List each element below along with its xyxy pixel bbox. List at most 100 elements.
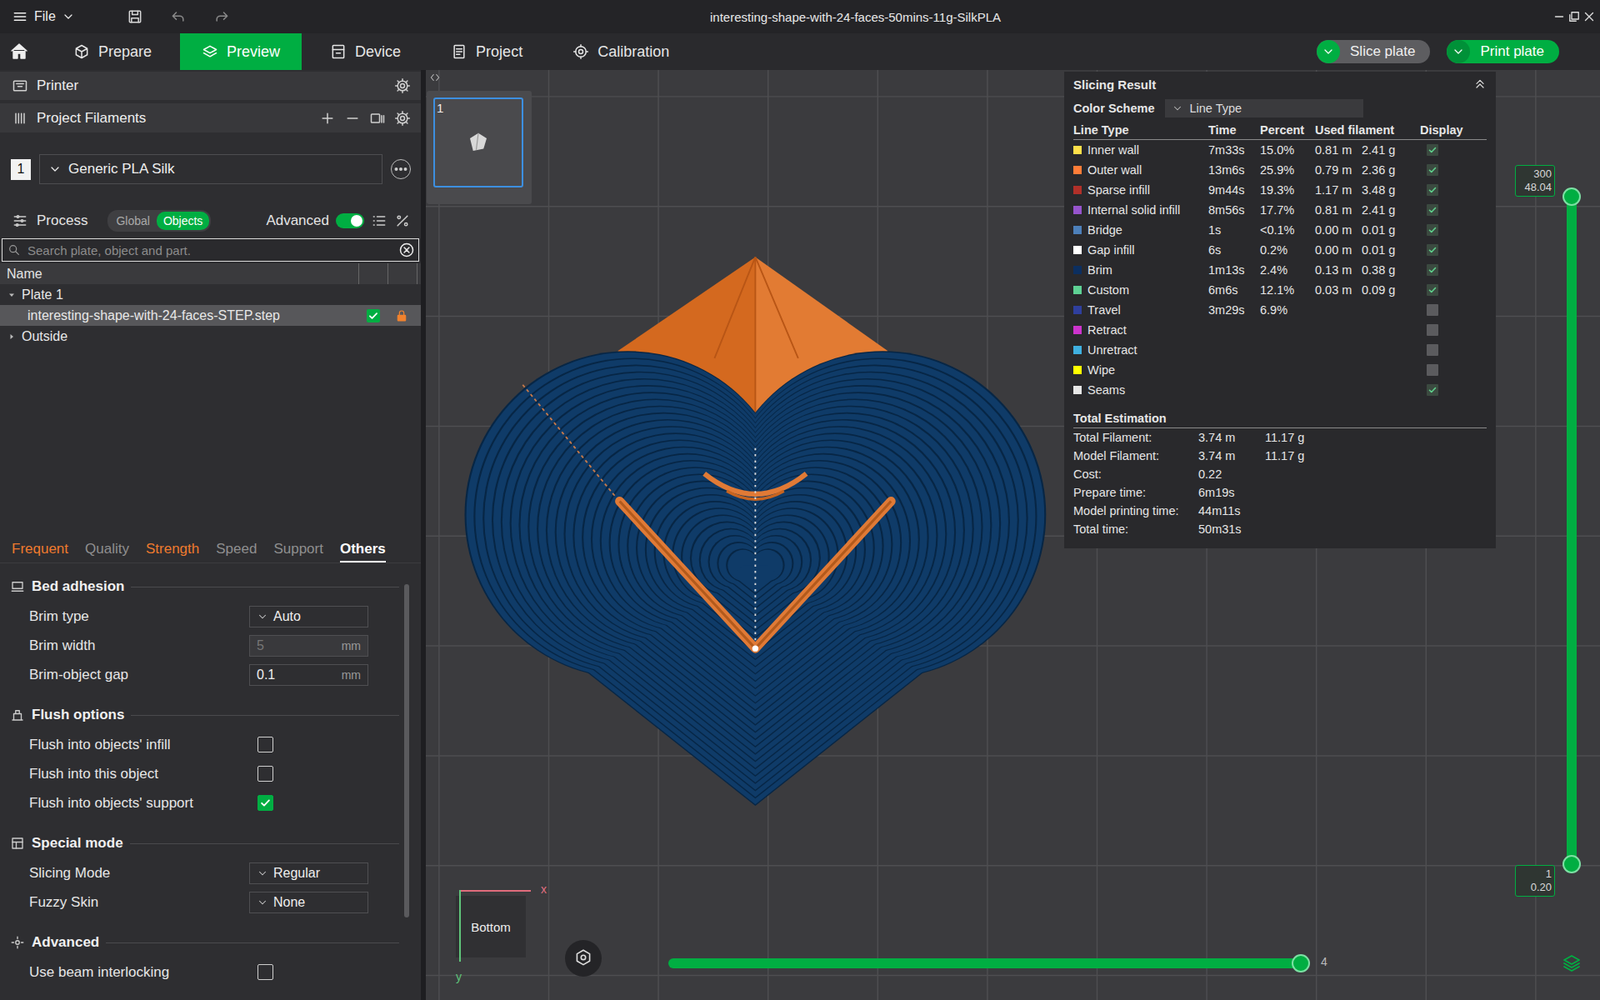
action-dropdown[interactable] xyxy=(1316,40,1340,64)
plate-thumbnail[interactable]: 1 xyxy=(426,90,532,205)
line-type: Seams xyxy=(1073,383,1209,397)
settings-tab[interactable]: Support xyxy=(273,537,324,563)
file-menu[interactable]: File xyxy=(11,8,75,25)
display-checkbox[interactable] xyxy=(1426,264,1439,276)
nav-tab[interactable]: Calibration xyxy=(550,33,691,70)
move-slider-knob[interactable] xyxy=(1291,954,1310,973)
action-dropdown[interactable] xyxy=(1446,40,1470,64)
number-field[interactable]: 0.1mm xyxy=(249,664,369,686)
column-header: Display xyxy=(1420,123,1487,137)
color-swatch xyxy=(1073,185,1082,195)
color-scheme-dropdown[interactable]: Line Type xyxy=(1165,99,1364,118)
minus-icon[interactable] xyxy=(344,110,361,127)
process-icon xyxy=(11,212,29,230)
nav-tab[interactable]: Device xyxy=(308,33,423,70)
checkbox[interactable] xyxy=(257,765,274,782)
save-icon[interactable] xyxy=(126,8,144,25)
line-type-time: 6m6s xyxy=(1208,283,1260,297)
checkbox[interactable] xyxy=(257,795,274,811)
collapse-sidebar-icon[interactable] xyxy=(429,71,441,84)
nav-tab[interactable]: Project xyxy=(429,33,545,70)
lock-icon[interactable] xyxy=(395,309,409,323)
line-type-length: 1.17 m xyxy=(1315,183,1362,197)
display-checkbox[interactable] xyxy=(1426,384,1439,396)
display-checkbox[interactable] xyxy=(1426,284,1439,296)
list-icon[interactable] xyxy=(370,212,388,230)
settings-tab[interactable]: Frequent xyxy=(11,537,69,563)
scrollbar[interactable] xyxy=(404,584,410,918)
3d-viewport[interactable]: 1Slicing ResultColor SchemeLine TypeLine… xyxy=(425,70,1600,1000)
layer-slider-top-knob[interactable] xyxy=(1562,187,1581,206)
clear-icon[interactable] xyxy=(398,241,415,259)
number-field: 5mm xyxy=(249,635,369,657)
advanced-switch[interactable] xyxy=(335,213,365,229)
display-checkbox[interactable] xyxy=(1426,204,1439,216)
layer-slider-track[interactable] xyxy=(1566,196,1577,865)
result-columns: Line TypeTimePercentUsed filamentDisplay xyxy=(1073,120,1487,140)
redo-icon[interactable] xyxy=(213,8,230,25)
plus-icon[interactable] xyxy=(319,110,336,127)
move-slider-track[interactable] xyxy=(668,958,1301,969)
tree-row[interactable]: Plate 1 xyxy=(0,284,421,305)
checkbox[interactable] xyxy=(257,736,274,753)
gear-icon[interactable] xyxy=(394,110,411,127)
search-input[interactable] xyxy=(25,242,394,259)
process-mode[interactable]: Objects xyxy=(156,211,210,230)
layer-slider-bottom-knob[interactable] xyxy=(1562,855,1581,874)
y-axis-label: y xyxy=(455,970,462,984)
gear-icon[interactable] xyxy=(394,77,411,95)
display-checkbox[interactable] xyxy=(1426,344,1439,356)
settings-tab[interactable]: Speed xyxy=(215,537,257,563)
setting-label: Brim type xyxy=(29,608,250,625)
line-type-row: Brim1m13s2.4%0.13 m0.38 g xyxy=(1073,260,1487,280)
display-checkbox[interactable] xyxy=(1426,184,1439,196)
slice-plate-button[interactable]: Slice plate xyxy=(1316,40,1430,64)
minimize-icon[interactable] xyxy=(1551,9,1567,25)
display-checkbox[interactable] xyxy=(1426,224,1439,236)
process-mode[interactable]: Global xyxy=(109,211,156,230)
tree-row[interactable]: interesting-shape-with-24-faces-STEP.ste… xyxy=(0,305,421,326)
nav-tab[interactable]: Preview xyxy=(180,33,302,70)
process-mode-toggle[interactable]: GlobalObjects xyxy=(107,210,211,232)
undo-icon[interactable] xyxy=(170,8,187,25)
expanded-arrow-icon[interactable] xyxy=(6,290,17,300)
view-gizmo-icon[interactable] xyxy=(565,940,602,977)
estimation-row: Cost:0.22 xyxy=(1073,465,1487,484)
home-icon xyxy=(9,41,30,62)
display-checkbox[interactable] xyxy=(1426,144,1439,156)
sync-icon[interactable] xyxy=(369,110,386,127)
more-icon[interactable] xyxy=(390,159,411,180)
display-checkbox[interactable] xyxy=(1426,324,1439,336)
percent-icon[interactable] xyxy=(394,212,411,230)
filament-dropdown[interactable]: Generic PLA Silk xyxy=(39,154,383,185)
chevron-down-icon xyxy=(1321,45,1335,59)
display-checkbox[interactable] xyxy=(1426,304,1439,316)
dropdown[interactable]: Regular xyxy=(249,862,369,885)
line-type: Outer wall xyxy=(1073,163,1209,177)
line-type-time: 6s xyxy=(1208,243,1260,257)
visible-checkbox[interactable] xyxy=(366,309,380,323)
home-button[interactable] xyxy=(0,33,39,70)
line-type-time: 7m33s xyxy=(1208,143,1260,157)
dropdown[interactable]: None xyxy=(249,891,369,914)
nav-tab[interactable]: Prepare xyxy=(51,33,174,70)
tree-row[interactable]: Outside xyxy=(0,325,421,347)
nav-tab-label: Preview xyxy=(226,43,280,61)
tree-item-label: Plate 1 xyxy=(21,287,64,303)
restore-icon[interactable] xyxy=(1566,9,1582,25)
settings-tab[interactable]: Strength xyxy=(145,537,200,563)
collapse-panel-icon[interactable] xyxy=(1473,77,1487,91)
display-checkbox[interactable] xyxy=(1426,364,1439,376)
name-column: Name xyxy=(0,263,360,285)
line-type: Travel xyxy=(1073,303,1209,317)
checkbox[interactable] xyxy=(257,964,274,980)
layers-icon[interactable] xyxy=(1561,952,1582,973)
display-checkbox[interactable] xyxy=(1426,164,1439,176)
settings-tab[interactable]: Quality xyxy=(85,537,130,563)
close-icon[interactable] xyxy=(1581,9,1597,25)
collapsed-arrow-icon[interactable] xyxy=(6,331,17,342)
dropdown[interactable]: Auto xyxy=(249,605,369,628)
display-checkbox[interactable] xyxy=(1426,244,1439,256)
print-plate-button[interactable]: Print plate xyxy=(1446,40,1560,64)
settings-tab[interactable]: Others xyxy=(340,537,386,563)
